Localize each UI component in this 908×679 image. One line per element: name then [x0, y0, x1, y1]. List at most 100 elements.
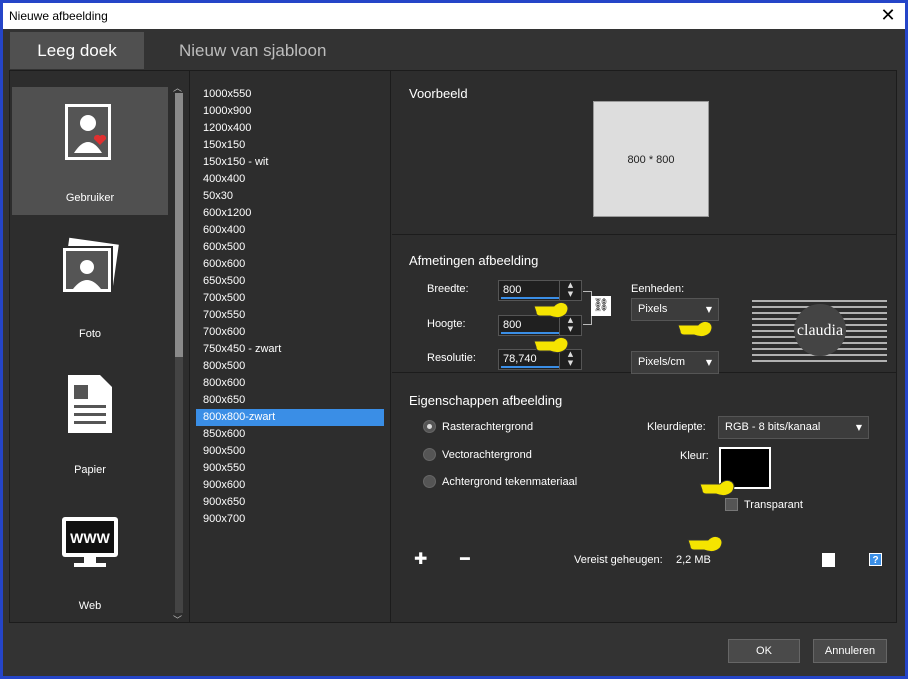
- chevron-down-icon: ▼: [705, 358, 712, 367]
- preview-box: 800 * 800: [593, 101, 709, 217]
- size-list-item[interactable]: 650x500: [196, 273, 384, 290]
- properties-header: Eigenschappen afbeelding: [409, 393, 563, 408]
- size-list-item[interactable]: 900x600: [196, 477, 384, 494]
- category-scrollbar[interactable]: ︿ ﹀: [171, 83, 187, 626]
- dialog-frame: Nieuwe afbeelding ✕ Leeg doek Nieuw van …: [0, 0, 908, 679]
- size-list-item[interactable]: 850x600: [196, 426, 384, 443]
- transparent-label[interactable]: Transparant: [744, 499, 803, 511]
- title-bar: Nieuwe afbeelding ✕: [3, 3, 905, 29]
- help-icon[interactable]: ?: [869, 553, 882, 566]
- size-list-item[interactable]: 1000x900: [196, 103, 384, 120]
- width-label: Breedte:: [427, 283, 469, 295]
- size-list-item[interactable]: 750x450 - zwart: [196, 341, 384, 358]
- settings-area: Voorbeeld 800 * 800 Afmetingen afbeeldin…: [392, 71, 896, 622]
- tab-nieuw-van-sjabloon[interactable]: Nieuw van sjabloon: [161, 32, 344, 69]
- dimensions-section: Afmetingen afbeelding Breedte: 800 ▲ ▼ Ho…: [392, 235, 896, 374]
- size-list-item[interactable]: 900x550: [196, 460, 384, 477]
- window-title: Nieuwe afbeelding: [9, 9, 108, 23]
- properties-section: Eigenschappen afbeelding Rasterachtergro…: [392, 373, 896, 622]
- cancel-button[interactable]: Annuleren: [813, 639, 887, 663]
- dialog-body: Leeg doek Nieuw van sjabloon Gebruiker F…: [3, 29, 905, 676]
- size-list-item[interactable]: 150x150: [196, 137, 384, 154]
- units-label: Eenheden:: [631, 283, 685, 295]
- vector-radio[interactable]: [423, 448, 436, 461]
- pointing-hand-icon: [533, 336, 569, 354]
- template-size-list: 1000x550 1000x900 1200x400 150x150 150x150 -…: [189, 71, 391, 622]
- size-list-item[interactable]: 600x500: [196, 239, 384, 256]
- watermark-text: claudia: [797, 322, 843, 339]
- scroll-down-icon[interactable]: ﹀: [173, 613, 182, 626]
- document-icon[interactable]: [822, 553, 835, 567]
- memory-label: Vereist geheugen:: [574, 554, 663, 566]
- pointing-hand-icon: [699, 479, 735, 497]
- vector-label[interactable]: Vectorachtergrond: [442, 449, 532, 461]
- color-depth-dropdown[interactable]: RGB - 8 bits/kanaal ▼: [718, 416, 869, 439]
- size-list-item[interactable]: 400x400: [196, 171, 384, 188]
- resolution-label: Resolutie:: [427, 352, 476, 364]
- size-list-item[interactable]: 600x1200: [196, 205, 384, 222]
- transparent-checkbox[interactable]: [725, 498, 738, 511]
- size-list-item[interactable]: 900x500: [196, 443, 384, 460]
- resolution-units-value: Pixels/cm: [638, 356, 686, 368]
- category-label: Web: [78, 600, 102, 612]
- category-foto[interactable]: Foto: [12, 223, 168, 351]
- web-icon: WWW: [62, 517, 118, 567]
- dimensions-header: Afmetingen afbeelding: [409, 253, 539, 268]
- size-list-item[interactable]: 900x700: [196, 511, 384, 528]
- color-depth-value: RGB - 8 bits/kanaal: [725, 421, 821, 433]
- size-list-item[interactable]: 50x30: [196, 188, 384, 205]
- size-list-item[interactable]: 800x800-zwart: [196, 409, 384, 426]
- add-icon[interactable]: ✚: [414, 549, 427, 568]
- size-list-item[interactable]: 600x600: [196, 256, 384, 273]
- category-label: Papier: [74, 464, 106, 476]
- material-label[interactable]: Achtergrond tekenmateriaal: [442, 476, 577, 488]
- chevron-down-icon: ▼: [855, 423, 862, 432]
- user-icon: [65, 104, 111, 160]
- pointing-hand-icon: [677, 320, 713, 338]
- web-icon-text: WWW: [70, 530, 110, 546]
- size-list-item[interactable]: 900x650: [196, 494, 384, 511]
- tab-leeg-doek[interactable]: Leeg doek: [10, 32, 144, 69]
- size-list-item[interactable]: 800x500: [196, 358, 384, 375]
- main-panel: Gebruiker Foto Papier WWW Web ︿ ﹀ 1000x5…: [9, 70, 897, 626]
- aspect-lock-icon[interactable]: ⛓: [591, 296, 611, 316]
- pointing-hand-icon: [533, 301, 569, 319]
- category-papier[interactable]: Papier: [12, 359, 168, 487]
- watermark-logo: claudia: [752, 300, 887, 362]
- close-icon[interactable]: ✕: [877, 5, 899, 27]
- units-value: Pixels: [638, 303, 668, 315]
- size-list-item[interactable]: 1200x400: [196, 120, 384, 137]
- resolution-units-dropdown[interactable]: Pixels/cm ▼: [631, 351, 719, 374]
- size-list-item[interactable]: 800x650: [196, 392, 384, 409]
- raster-radio[interactable]: [423, 420, 436, 433]
- size-list-item[interactable]: 700x600: [196, 324, 384, 341]
- size-list-item[interactable]: 700x550: [196, 307, 384, 324]
- size-list: 1000x550 1000x900 1200x400 150x150 150x150 -…: [196, 86, 384, 528]
- scroll-thumb[interactable]: [175, 93, 183, 357]
- pointing-hand-icon: [687, 535, 723, 553]
- category-web[interactable]: WWW Web: [12, 495, 168, 623]
- size-list-item[interactable]: 1000x550: [196, 86, 384, 103]
- category-label: Foto: [78, 328, 101, 340]
- resolution-underline: [501, 366, 559, 368]
- raster-label[interactable]: Rasterachtergrond: [442, 421, 533, 433]
- category-gebruiker[interactable]: Gebruiker: [12, 87, 168, 215]
- height-value: 800: [503, 319, 522, 331]
- size-list-item[interactable]: 150x150 - wit: [196, 154, 384, 171]
- width-value: 800: [503, 284, 522, 296]
- material-radio[interactable]: [423, 475, 436, 488]
- size-list-item[interactable]: 600x400: [196, 222, 384, 239]
- size-list-item[interactable]: 700x500: [196, 290, 384, 307]
- category-label: Gebruiker: [65, 192, 115, 204]
- ok-button[interactable]: OK: [728, 639, 800, 663]
- height-label: Hoogte:: [427, 318, 466, 330]
- memory-value: 2,2 MB: [676, 554, 711, 566]
- size-list-item[interactable]: 800x600: [196, 375, 384, 392]
- remove-icon[interactable]: ━: [460, 549, 470, 568]
- category-list: Gebruiker Foto Papier WWW Web: [10, 71, 170, 622]
- photo-icon: [61, 237, 119, 294]
- preview-section: Voorbeeld 800 * 800: [392, 71, 896, 235]
- paper-icon: [68, 375, 112, 433]
- color-label: Kleur:: [680, 450, 709, 462]
- color-depth-label: Kleurdiepte:: [647, 421, 706, 433]
